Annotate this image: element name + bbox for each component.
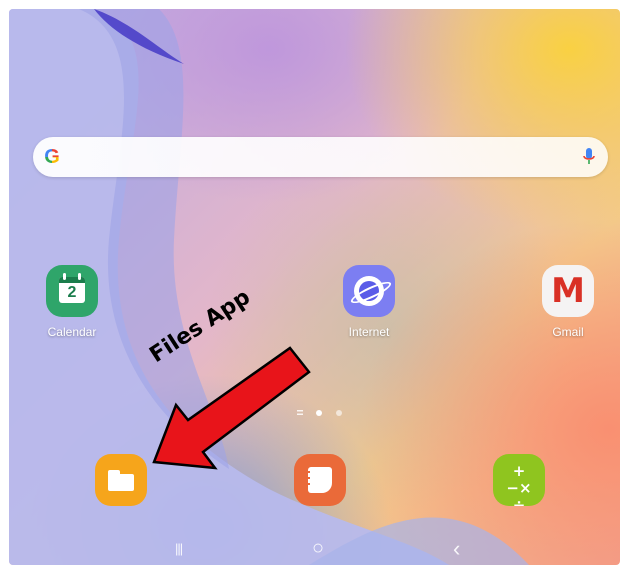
calendar-app[interactable]: 2 Calendar xyxy=(27,265,117,339)
home-button[interactable]: ○ xyxy=(312,537,324,560)
gmail-glyph: M xyxy=(551,271,585,311)
notes-app[interactable] xyxy=(275,454,365,506)
files-app[interactable] xyxy=(76,454,166,506)
internet-label: Internet xyxy=(348,325,390,339)
google-logo-icon: G xyxy=(41,145,63,169)
recents-button[interactable]: ||| xyxy=(175,541,183,556)
navigation-bar: ||| ○ ‹ xyxy=(9,535,620,565)
back-button[interactable]: ‹ xyxy=(453,536,460,562)
calendar-date: 2 xyxy=(67,284,77,301)
calculator-app[interactable]: +−×÷ xyxy=(474,454,564,506)
internet-icon xyxy=(343,265,395,317)
home-screen: G 2 Calendar Internet M Gmail +−×÷ ||| ○… xyxy=(9,9,620,565)
notes-icon xyxy=(294,454,346,506)
gmail-app[interactable]: M Gmail xyxy=(523,265,613,339)
google-search-bar[interactable]: G xyxy=(33,137,608,177)
calculator-glyph: +−×÷ xyxy=(506,462,532,507)
calendar-label: Calendar xyxy=(47,325,97,339)
calculator-icon: +−×÷ xyxy=(493,454,545,506)
folder-icon xyxy=(95,454,147,506)
calendar-icon: 2 xyxy=(46,265,98,317)
internet-app[interactable]: Internet xyxy=(324,265,414,339)
gmail-icon: M xyxy=(542,265,594,317)
gmail-label: Gmail xyxy=(552,325,584,339)
microphone-icon[interactable] xyxy=(582,147,596,167)
page-indicator xyxy=(297,410,342,416)
